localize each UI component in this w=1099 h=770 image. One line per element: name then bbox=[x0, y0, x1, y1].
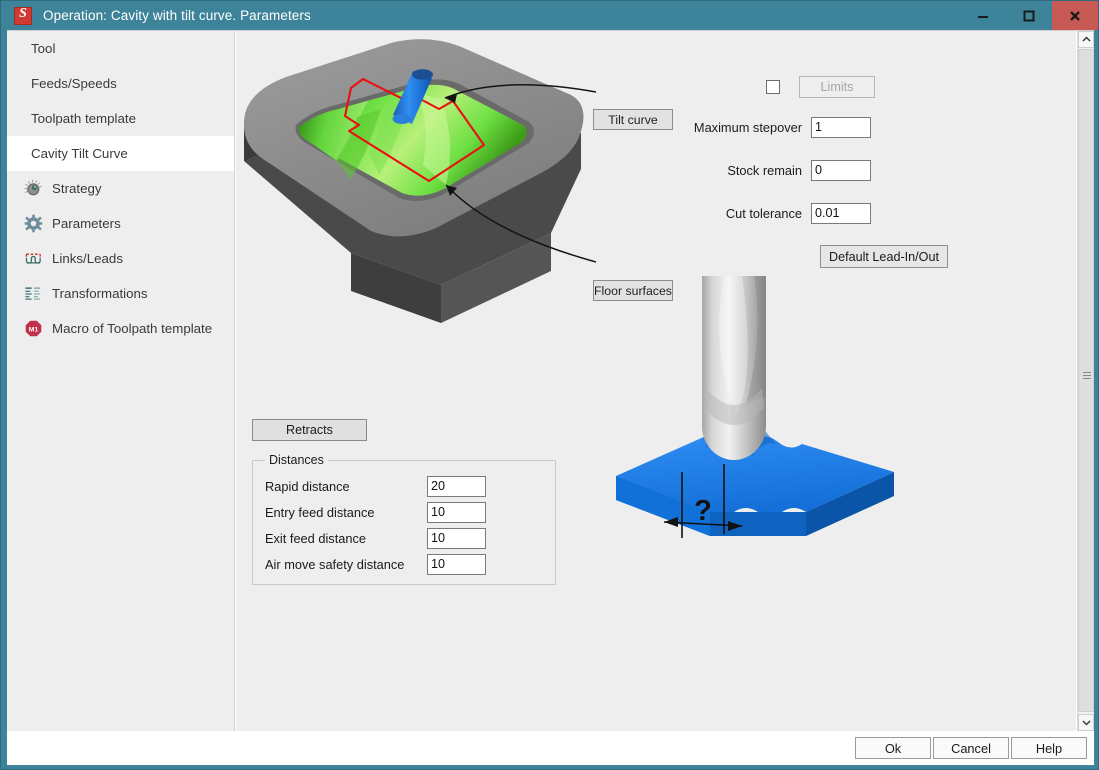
sprut-logo-icon bbox=[14, 6, 32, 25]
retracts-button[interactable]: Retracts bbox=[252, 419, 367, 441]
stock-remain-label: Stock remain bbox=[727, 162, 802, 178]
help-button[interactable]: Help bbox=[1011, 737, 1087, 759]
rapid-distance-input[interactable] bbox=[427, 475, 486, 497]
stock-remain-input[interactable] bbox=[811, 159, 871, 181]
cut-tolerance-input[interactable] bbox=[811, 202, 871, 224]
sidebar-item-cavity-tilt-curve[interactable]: Cavity Tilt Curve bbox=[7, 136, 234, 171]
parameters-panel: Tilt curve Floor surfaces ? Limits Maxim… bbox=[236, 31, 1076, 731]
distance-row-exit-feed: Exit feed distance bbox=[253, 525, 555, 551]
limits-checkbox[interactable] bbox=[766, 80, 780, 94]
navigation-sidebar: Tool Feeds/Speeds Toolpath template Cavi… bbox=[7, 31, 235, 731]
rapid-distance-label: Rapid distance bbox=[265, 478, 350, 494]
sidebar-item-feeds-speeds[interactable]: Feeds/Speeds bbox=[7, 66, 234, 101]
minimize-button[interactable] bbox=[960, 1, 1006, 30]
scrollbar-thumb[interactable] bbox=[1078, 49, 1094, 712]
cancel-button[interactable]: Cancel bbox=[933, 737, 1009, 759]
ok-button[interactable]: Ok bbox=[855, 737, 931, 759]
maximum-stepover-label: Maximum stepover bbox=[693, 119, 802, 135]
sidebar-item-toolpath-template[interactable]: Toolpath template bbox=[7, 101, 234, 136]
sidebar-item-links-leads[interactable]: Links/Leads bbox=[7, 241, 234, 276]
default-lead-in-out-label: Default Lead-In/Out bbox=[829, 249, 939, 264]
field-row-cut-tolerance: Cut tolerance bbox=[676, 202, 1076, 224]
sidebar-item-label: Links/Leads bbox=[52, 251, 123, 266]
exit-feed-distance-label: Exit feed distance bbox=[265, 530, 367, 546]
vertical-scrollbar[interactable] bbox=[1077, 31, 1094, 731]
svg-text:M1: M1 bbox=[28, 327, 38, 334]
cavity-block-illustration bbox=[243, 39, 596, 323]
client-area: Tool Feeds/Speeds Toolpath template Cavi… bbox=[7, 30, 1094, 765]
scrollbar-grip-icon bbox=[1083, 372, 1091, 379]
sidebar-item-label: Cavity Tilt Curve bbox=[31, 146, 128, 161]
maximum-stepover-input[interactable] bbox=[811, 116, 871, 138]
scroll-up-button[interactable] bbox=[1078, 31, 1094, 48]
chevron-up-icon bbox=[1081, 36, 1091, 42]
sidebar-item-parameters[interactable]: Parameters bbox=[7, 206, 234, 241]
sidebar-item-label: Toolpath template bbox=[31, 111, 136, 126]
sidebar-item-tool[interactable]: Tool bbox=[7, 31, 234, 66]
cut-tolerance-label: Cut tolerance bbox=[725, 205, 802, 221]
sidebar-item-transformations[interactable]: Transformations bbox=[7, 276, 234, 311]
distance-row-rapid: Rapid distance bbox=[253, 473, 555, 499]
sidebar-item-label: Strategy bbox=[52, 181, 102, 196]
entry-feed-distance-input[interactable] bbox=[427, 501, 486, 523]
limits-button-label: Limits bbox=[820, 80, 854, 94]
sidebar-item-label: Tool bbox=[31, 41, 56, 56]
gear-icon bbox=[23, 214, 43, 234]
field-row-stock-remain: Stock remain bbox=[676, 159, 1076, 181]
close-icon bbox=[1070, 10, 1080, 21]
distance-row-air-move-safety: Air move safety distance bbox=[253, 551, 555, 577]
lead-curve-icon bbox=[23, 249, 43, 269]
ok-button-label: Ok bbox=[884, 740, 902, 756]
dialog-window: Operation: Cavity with tilt curve. Param… bbox=[0, 0, 1099, 770]
chevron-down-icon bbox=[1081, 720, 1091, 726]
dialog-button-bar: Ok Cancel Help bbox=[7, 731, 1094, 765]
help-button-label: Help bbox=[1035, 740, 1063, 756]
stepover-illustration: ? bbox=[616, 276, 894, 538]
sidebar-item-label: Macro of Toolpath template bbox=[52, 321, 213, 336]
distances-legend: Distances bbox=[265, 453, 328, 467]
sidebar-item-strategy[interactable]: Strategy bbox=[7, 171, 234, 206]
retracts-button-label: Retracts bbox=[286, 423, 333, 437]
exit-feed-distance-input[interactable] bbox=[427, 527, 486, 549]
air-move-safety-distance-label: Air move safety distance bbox=[265, 556, 405, 572]
entry-feed-distance-label: Entry feed distance bbox=[265, 504, 375, 520]
parameter-fields: Limits Maximum stepover Stock remain Cut… bbox=[676, 76, 1076, 268]
distances-group: Distances Rapid distance Entry feed dist… bbox=[252, 453, 556, 585]
minimize-icon bbox=[978, 15, 988, 18]
air-move-safety-distance-input[interactable] bbox=[427, 553, 486, 575]
maximize-button[interactable] bbox=[1006, 1, 1052, 30]
stepover-question-label: ? bbox=[694, 495, 712, 527]
title-bar[interactable]: Operation: Cavity with tilt curve. Param… bbox=[1, 1, 1098, 30]
callout-tilt-curve[interactable]: Tilt curve bbox=[593, 109, 673, 130]
list-lines-icon bbox=[23, 284, 43, 304]
dial-knob-icon bbox=[23, 179, 43, 199]
macro-m1-icon: M1 bbox=[23, 319, 43, 339]
limits-button[interactable]: Limits bbox=[799, 76, 875, 98]
sidebar-item-label: Transformations bbox=[52, 286, 148, 301]
limits-row: Limits bbox=[766, 76, 1076, 98]
cancel-button-label: Cancel bbox=[951, 740, 991, 756]
sidebar-item-label: Feeds/Speeds bbox=[31, 76, 117, 91]
window-title: Operation: Cavity with tilt curve. Param… bbox=[43, 8, 311, 23]
distance-row-entry-feed: Entry feed distance bbox=[253, 499, 555, 525]
field-row-maximum-stepover: Maximum stepover bbox=[676, 116, 1076, 138]
sidebar-item-label: Parameters bbox=[52, 216, 121, 231]
maximize-icon bbox=[1023, 10, 1035, 21]
sidebar-item-macro-toolpath-template[interactable]: M1 Macro of Toolpath template bbox=[7, 311, 234, 346]
scroll-down-button[interactable] bbox=[1078, 714, 1094, 731]
default-lead-in-out-button[interactable]: Default Lead-In/Out bbox=[820, 245, 948, 268]
close-button[interactable] bbox=[1052, 1, 1098, 30]
callout-label: Tilt curve bbox=[608, 112, 658, 127]
